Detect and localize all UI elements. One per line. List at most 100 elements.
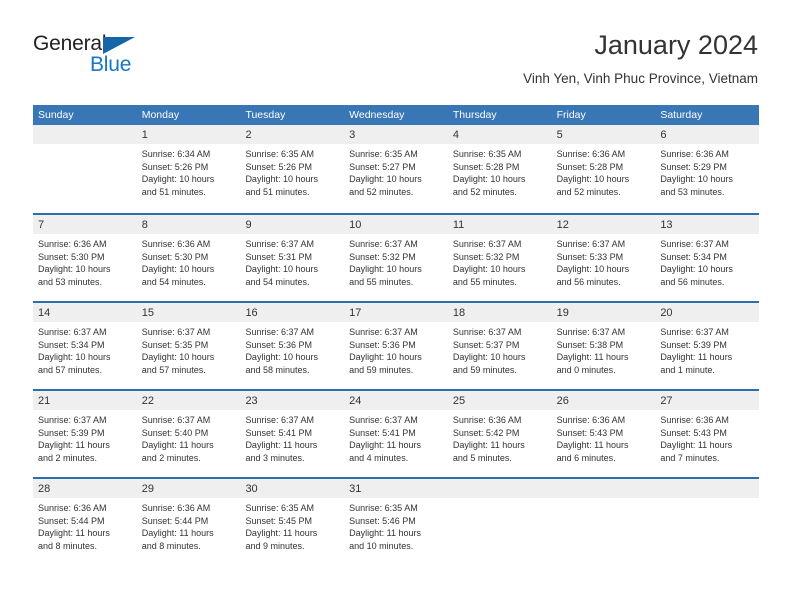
daylight-text-line2: and 57 minutes. <box>38 364 103 375</box>
day-cell[interactable]: 11 Sunrise: 6:37 AM Sunset: 5:32 PM Dayligh… <box>447 215 552 301</box>
daylight-text-line1: Daylight: 10 hours <box>245 352 318 363</box>
day-cell[interactable]: 13 Sunrise: 6:37 AM Sunset: 5:34 PM Dayligh… <box>655 215 760 301</box>
day-cell[interactable]: 18 Sunrise: 6:37 AM Sunset: 5:37 PM Dayligh… <box>447 303 552 389</box>
day-cell[interactable]: 14 Sunrise: 6:37 AM Sunset: 5:34 PM Dayligh… <box>33 303 137 389</box>
day-cell[interactable]: 17 Sunrise: 6:37 AM Sunset: 5:36 PM Dayligh… <box>344 303 448 389</box>
day-cell[interactable]: 1 Sunrise: 6:34 AM Sunset: 5:26 PM Daylight… <box>136 125 241 213</box>
daylight-text-line1: Daylight: 10 hours <box>141 352 215 363</box>
day-cell[interactable]: 2 Sunrise: 6:35 AM Sunset: 5:26 PM Daylight… <box>240 125 345 213</box>
day-cell[interactable]: 30 Sunrise: 6:35 AM Sunset: 5:45 PM Dayligh… <box>240 479 345 565</box>
day-info: Sunrise: 6:37 AM Sunset: 5:32 PM Daylight:… <box>344 234 448 288</box>
day-number: 19 <box>556 307 569 319</box>
day-cell[interactable]: 6 Sunrise: 6:36 AM Sunset: 5:29 PM Daylight… <box>655 125 760 213</box>
day-info: Sunrise: 6:35 AM Sunset: 5:27 PM Daylight:… <box>344 144 448 198</box>
daylight-text-line2: and 9 minutes. <box>245 540 305 551</box>
daylight-text-line2: and 59 minutes. <box>349 364 414 375</box>
sunset-text: Sunset: 5:44 PM <box>141 515 209 526</box>
day-cell[interactable]: 19 Sunrise: 6:37 AM Sunset: 5:38 PM Dayligh… <box>551 303 656 389</box>
daylight-text-line1: Daylight: 11 hours <box>452 440 525 451</box>
daylight-text-line1: Daylight: 11 hours <box>245 528 318 539</box>
day-number: 14 <box>38 307 51 319</box>
day-info: Sunrise: 6:37 AM Sunset: 5:37 PM Daylight:… <box>448 322 552 376</box>
daylight-text-line1: Daylight: 11 hours <box>556 440 629 451</box>
sunset-text: Sunset: 5:28 PM <box>556 161 624 172</box>
calendar-week-row: 7 Sunrise: 6:36 AM Sunset: 5:30 PM Daylight… <box>33 213 760 301</box>
day-number-band <box>551 479 656 498</box>
day-cell[interactable]: 23 Sunrise: 6:37 AM Sunset: 5:41 PM Dayligh… <box>240 391 345 477</box>
sunrise-text: Sunrise: 6:37 AM <box>452 239 522 249</box>
day-cell[interactable]: 16 Sunrise: 6:37 AM Sunset: 5:36 PM Dayligh… <box>240 303 345 389</box>
daylight-text-line2: and 55 minutes. <box>452 276 517 287</box>
day-number-band: 7 <box>33 215 137 234</box>
sunrise-text: Sunrise: 6:35 AM <box>349 149 418 159</box>
day-cell[interactable]: 24 Sunrise: 6:37 AM Sunset: 5:41 PM Dayligh… <box>344 391 448 477</box>
daylight-text-line1: Daylight: 11 hours <box>245 440 318 451</box>
day-cell[interactable]: 9 Sunrise: 6:37 AM Sunset: 5:31 PM Daylight… <box>240 215 345 301</box>
daylight-text-line2: and 0 minutes. <box>556 364 616 375</box>
sunset-text: Sunset: 5:43 PM <box>660 427 727 438</box>
sunrise-text: Sunrise: 6:37 AM <box>660 327 729 337</box>
daylight-text-line1: Daylight: 10 hours <box>141 264 215 275</box>
day-cell[interactable]: 22 Sunrise: 6:37 AM Sunset: 5:40 PM Dayligh… <box>136 391 241 477</box>
day-number-band: 21 <box>33 391 137 410</box>
sunset-text: Sunset: 5:35 PM <box>141 339 209 350</box>
day-cell[interactable]: 4 Sunrise: 6:35 AM Sunset: 5:28 PM Daylight… <box>447 125 552 213</box>
day-cell[interactable]: 3 Sunrise: 6:35 AM Sunset: 5:27 PM Daylight… <box>344 125 448 213</box>
daylight-text-line1: Daylight: 10 hours <box>141 174 215 185</box>
day-number-band: 15 <box>136 303 241 322</box>
day-number: 15 <box>141 307 154 319</box>
sunrise-text: Sunrise: 6:35 AM <box>245 149 314 159</box>
day-number-band: 28 <box>33 479 137 498</box>
day-cell[interactable]: 20 Sunrise: 6:37 AM Sunset: 5:39 PM Dayligh… <box>655 303 760 389</box>
day-number: 29 <box>141 483 154 495</box>
day-cell-empty <box>33 125 137 213</box>
day-cell[interactable]: 26 Sunrise: 6:36 AM Sunset: 5:43 PM Dayligh… <box>551 391 656 477</box>
day-number-band: 27 <box>655 391 760 410</box>
day-cell[interactable]: 21 Sunrise: 6:37 AM Sunset: 5:39 PM Dayligh… <box>33 391 137 477</box>
day-cell[interactable]: 31 Sunrise: 6:35 AM Sunset: 5:46 PM Dayligh… <box>344 479 448 565</box>
day-number: 2 <box>245 129 252 141</box>
day-cell[interactable]: 15 Sunrise: 6:37 AM Sunset: 5:35 PM Dayligh… <box>136 303 241 389</box>
sunrise-text: Sunrise: 6:35 AM <box>245 503 314 513</box>
day-number-band: 31 <box>344 479 448 498</box>
daylight-text-line2: and 56 minutes. <box>660 276 725 287</box>
day-number: 20 <box>660 307 673 319</box>
day-cell[interactable]: 27 Sunrise: 6:36 AM Sunset: 5:43 PM Dayligh… <box>655 391 760 477</box>
daylight-text-line1: Daylight: 10 hours <box>660 174 733 185</box>
day-info: Sunrise: 6:34 AM Sunset: 5:26 PM Daylight:… <box>137 144 241 198</box>
daylight-text-line2: and 52 minutes. <box>452 186 517 197</box>
sunrise-text: Sunrise: 6:37 AM <box>38 327 107 337</box>
day-info: Sunrise: 6:36 AM Sunset: 5:30 PM Daylight:… <box>137 234 241 288</box>
day-cell[interactable]: 25 Sunrise: 6:36 AM Sunset: 5:42 PM Dayligh… <box>447 391 552 477</box>
daylight-text-line1: Daylight: 10 hours <box>38 264 111 275</box>
day-cell[interactable]: 10 Sunrise: 6:37 AM Sunset: 5:32 PM Dayligh… <box>344 215 448 301</box>
day-info: Sunrise: 6:37 AM Sunset: 5:31 PM Daylight:… <box>240 234 344 288</box>
daylight-text-line2: and 57 minutes. <box>141 364 206 375</box>
day-cell[interactable]: 8 Sunrise: 6:36 AM Sunset: 5:30 PM Daylight… <box>136 215 241 301</box>
sunrise-text: Sunrise: 6:36 AM <box>660 149 729 159</box>
day-number: 11 <box>452 219 465 231</box>
daylight-text-line1: Daylight: 11 hours <box>349 440 422 451</box>
day-number: 18 <box>452 307 466 319</box>
sunset-text: Sunset: 5:28 PM <box>452 161 520 172</box>
day-number: 8 <box>141 219 148 231</box>
day-cell[interactable]: 12 Sunrise: 6:37 AM Sunset: 5:33 PM Dayligh… <box>551 215 656 301</box>
daylight-text-line1: Daylight: 11 hours <box>660 440 733 451</box>
day-info: Sunrise: 6:37 AM Sunset: 5:33 PM Daylight:… <box>552 234 656 288</box>
sunset-text: Sunset: 5:32 PM <box>349 251 416 262</box>
day-cell[interactable]: 28 Sunrise: 6:36 AM Sunset: 5:44 PM Dayligh… <box>33 479 137 565</box>
logo-text-blue: Blue <box>90 53 132 76</box>
weekday-header-thursday: Thursday <box>452 109 497 121</box>
daylight-text-line1: Daylight: 11 hours <box>556 352 629 363</box>
daylight-text-line1: Daylight: 10 hours <box>452 264 526 275</box>
day-cell[interactable]: 7 Sunrise: 6:36 AM Sunset: 5:30 PM Daylight… <box>33 215 137 301</box>
sunrise-text: Sunrise: 6:35 AM <box>349 503 418 513</box>
daylight-text-line2: and 54 minutes. <box>141 276 206 287</box>
location-subtitle: Vinh Yen, Vinh Phuc Province, Vietnam <box>523 71 758 86</box>
sunrise-text: Sunrise: 6:37 AM <box>245 239 314 249</box>
sunrise-text: Sunrise: 6:37 AM <box>38 415 107 425</box>
day-info: Sunrise: 6:36 AM Sunset: 5:29 PM Daylight:… <box>655 144 759 198</box>
day-cell[interactable]: 5 Sunrise: 6:36 AM Sunset: 5:28 PM Daylight… <box>551 125 656 213</box>
daylight-text-line1: Daylight: 11 hours <box>660 352 733 363</box>
day-cell[interactable]: 29 Sunrise: 6:36 AM Sunset: 5:44 PM Dayligh… <box>136 479 241 565</box>
